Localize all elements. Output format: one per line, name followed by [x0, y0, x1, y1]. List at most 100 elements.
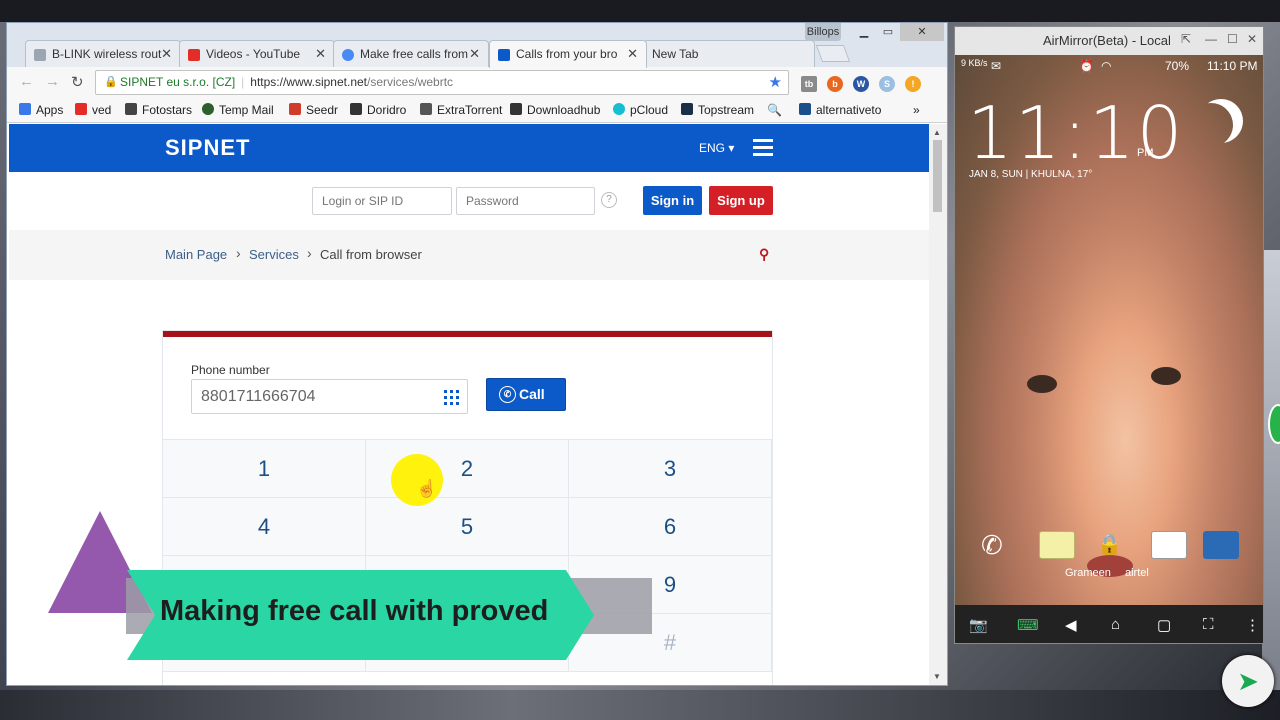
sim-label-airtel: airtel [1125, 567, 1149, 579]
close-window-icon[interactable]: ✕ [900, 23, 944, 41]
close-icon[interactable]: ✕ [161, 46, 172, 62]
extension-icon[interactable]: b [827, 76, 843, 92]
recent-apps-icon[interactable]: ▢ [1157, 616, 1171, 634]
scroll-up-icon[interactable]: ▲ [933, 128, 941, 137]
apps-grid-icon [19, 103, 31, 115]
phone-dialer-icon[interactable]: ✆ [981, 531, 1017, 559]
messages-icon[interactable] [1039, 531, 1075, 559]
bookmark-alternativeto[interactable]: alternativeto [799, 103, 881, 117]
send-arrow-icon[interactable]: ➤ [1222, 655, 1274, 707]
bookmark-star-icon[interactable]: ★ [769, 71, 782, 94]
scrollbar-thumb[interactable] [933, 140, 942, 212]
airmirror-toolbar: 📷 ⌨ ◀ ⌂ ▢ ⛶ ⋮ [955, 605, 1263, 643]
password-input[interactable] [456, 187, 595, 215]
tab-youtube[interactable]: Videos - YouTube ✕ [179, 40, 335, 68]
profile-button[interactable]: Billops [805, 23, 841, 41]
tab-blink[interactable]: B-LINK wireless rout ✕ [25, 40, 181, 68]
hamburger-menu-icon[interactable] [753, 139, 773, 160]
bookmark-label: Topstream [698, 103, 755, 117]
bookmark-label: Fotostars [142, 103, 193, 117]
back-arrow-icon[interactable]: ← [19, 73, 34, 90]
bookmark-topstream[interactable]: Topstream [681, 103, 754, 117]
bookmark-tempmail[interactable]: Temp Mail [202, 103, 274, 117]
close-icon[interactable]: ✕ [1247, 32, 1257, 46]
breadcrumb-services[interactable]: Services [249, 247, 299, 262]
contacts-icon[interactable] [1151, 531, 1187, 559]
wallpaper-eye [1027, 375, 1057, 393]
fullscreen-icon[interactable]: ⛶ [1203, 616, 1214, 633]
more-options-icon[interactable]: ⋮ [1245, 616, 1260, 634]
vertical-scrollbar[interactable]: ▲ ▼ [929, 124, 947, 685]
key-4[interactable]: 4 [163, 498, 366, 556]
help-icon[interactable]: ? [601, 192, 617, 208]
forward-arrow-icon[interactable]: → [45, 73, 60, 90]
tab-strip: B-LINK wireless rout ✕ Videos - YouTube … [7, 23, 947, 68]
site-identity: SIPNET eu s.r.o. [CZ] [120, 75, 236, 89]
bookmark-downloadhub[interactable]: Downloadhub [510, 103, 600, 117]
maximize-icon[interactable]: ☐ [1227, 32, 1238, 46]
wallpaper-eye [1151, 367, 1181, 385]
scroll-down-icon[interactable]: ▼ [933, 672, 941, 681]
tab-google[interactable]: Make free calls from ✕ [333, 40, 489, 68]
language-selector[interactable]: ENG ▾ [699, 141, 734, 155]
back-icon[interactable]: ◀ [1065, 616, 1077, 634]
alert-icon[interactable]: ! [905, 76, 921, 92]
caption-text: Making free call with proved [160, 595, 549, 627]
minimize-icon[interactable]: — [1205, 32, 1217, 46]
popout-icon[interactable]: ⇱ [1181, 32, 1191, 46]
screenshot-icon[interactable]: 📷 [969, 616, 988, 634]
sign-in-button[interactable]: Sign in [643, 186, 702, 215]
keyboard-icon[interactable]: ⌨ [1017, 616, 1039, 634]
key-3[interactable]: 3 [569, 440, 772, 498]
bookmark-pcloud[interactable]: pCloud [613, 103, 668, 117]
minimize-icon[interactable]: ▁ [853, 23, 875, 41]
bookmark-ved[interactable]: ved [75, 103, 111, 117]
skype-icon[interactable]: S [879, 76, 895, 92]
lock-icon: 🔒 [104, 76, 118, 88]
tab-new[interactable]: New Tab [643, 40, 815, 68]
close-icon[interactable]: ✕ [627, 46, 638, 62]
breadcrumb-main-page[interactable]: Main Page [165, 247, 227, 262]
camera-icon[interactable] [1203, 531, 1239, 559]
key-1[interactable]: 1 [163, 440, 366, 498]
address-bar[interactable]: 🔒 SIPNET eu s.r.o. [CZ] | https://www.sipn… [95, 70, 789, 95]
bookmark-doridro[interactable]: Doridro [350, 103, 406, 117]
bookmark-fotostars[interactable]: Fotostars [125, 103, 192, 117]
bookmark-seedr[interactable]: Seedr [289, 103, 338, 117]
sipnet-logo[interactable]: SIPNET [165, 135, 250, 161]
key-5[interactable]: 5 [366, 498, 569, 556]
airmirror-title: AirMirror(Beta) - Local [1043, 33, 1171, 48]
bookmark-label: Downloadhub [527, 103, 601, 117]
extension-icon[interactable]: tb [801, 76, 817, 92]
star-icon [125, 103, 137, 115]
pcloud-icon [613, 103, 625, 115]
sign-up-button[interactable]: Sign up [709, 186, 773, 215]
bookmark-search[interactable]: 🔍 [767, 103, 782, 117]
search-icon[interactable]: ⚲ [759, 246, 769, 263]
chevron-right-icon: › [236, 245, 241, 261]
phone-screen[interactable]: 9 KB/s ✉ ⏰ ◠ 70% 11:10 PM 11:10 PM JAN 8… [955, 55, 1263, 605]
maximize-icon[interactable]: ▭ [877, 23, 899, 41]
site-header: SIPNET ENG ▾ [9, 124, 929, 172]
lock-icon[interactable]: 🔒 [1097, 531, 1122, 559]
call-button[interactable]: ✆ Call [486, 378, 566, 411]
key-6[interactable]: 6 [569, 498, 772, 556]
reload-icon[interactable]: ↻ [71, 73, 84, 91]
tempmail-icon [202, 103, 214, 115]
youtube-icon [75, 103, 87, 115]
extension-icon[interactable]: W [853, 76, 869, 92]
bookmark-label: Temp Mail [219, 103, 274, 117]
tab-sipnet[interactable]: Calls from your bro ✕ [489, 40, 647, 68]
bookmark-extratorrent[interactable]: ExtraTorrent [420, 103, 502, 117]
new-tab-button[interactable] [815, 45, 851, 62]
login-input[interactable] [312, 187, 452, 215]
phone-number-input[interactable]: 8801711666704 [191, 379, 468, 414]
bookmark-label: Apps [36, 103, 64, 117]
bookmarks-overflow-button[interactable]: » [913, 103, 920, 117]
close-icon[interactable]: ✕ [315, 46, 326, 62]
bookmark-apps[interactable]: Apps [19, 103, 63, 117]
home-icon[interactable]: ⌂ [1111, 616, 1120, 633]
close-icon[interactable]: ✕ [469, 46, 480, 62]
keypad-icon[interactable] [444, 390, 459, 405]
login-bar: ? Sign in Sign up [9, 172, 929, 230]
